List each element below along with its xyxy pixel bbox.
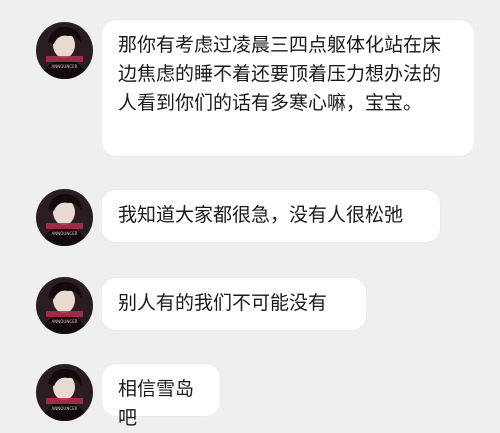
message-bubble[interactable]: 相信雪岛吧 (102, 364, 220, 429)
avatar-photo-icon[interactable]: ANNOUNCER (36, 189, 93, 246)
message-bubble[interactable]: 那你有考虑过凌晨三四点躯体化站在床边焦虑的睡不着还要顶着压力想办法的人看到你们的… (102, 20, 474, 156)
avatar-caption: ANNOUNCER (52, 231, 78, 236)
avatar-caption: ANNOUNCER (52, 406, 78, 411)
avatar-caption: ANNOUNCER (52, 319, 78, 324)
avatar-photo-icon[interactable]: ANNOUNCER (36, 364, 93, 421)
message-bubble[interactable]: 别人有的我们不可能没有 (102, 278, 366, 330)
avatar-caption: ANNOUNCER (52, 64, 78, 69)
avatar-photo-icon[interactable]: ANNOUNCER (36, 22, 93, 79)
avatar-photo-icon[interactable]: ANNOUNCER (36, 277, 93, 334)
message-bubble[interactable]: 我知道大家都很急，没有人很松弛 (102, 190, 440, 242)
chat-thread: ANNOUNCER 那你有考虑过凌晨三四点躯体化站在床边焦虑的睡不着还要顶着压力… (0, 0, 500, 431)
